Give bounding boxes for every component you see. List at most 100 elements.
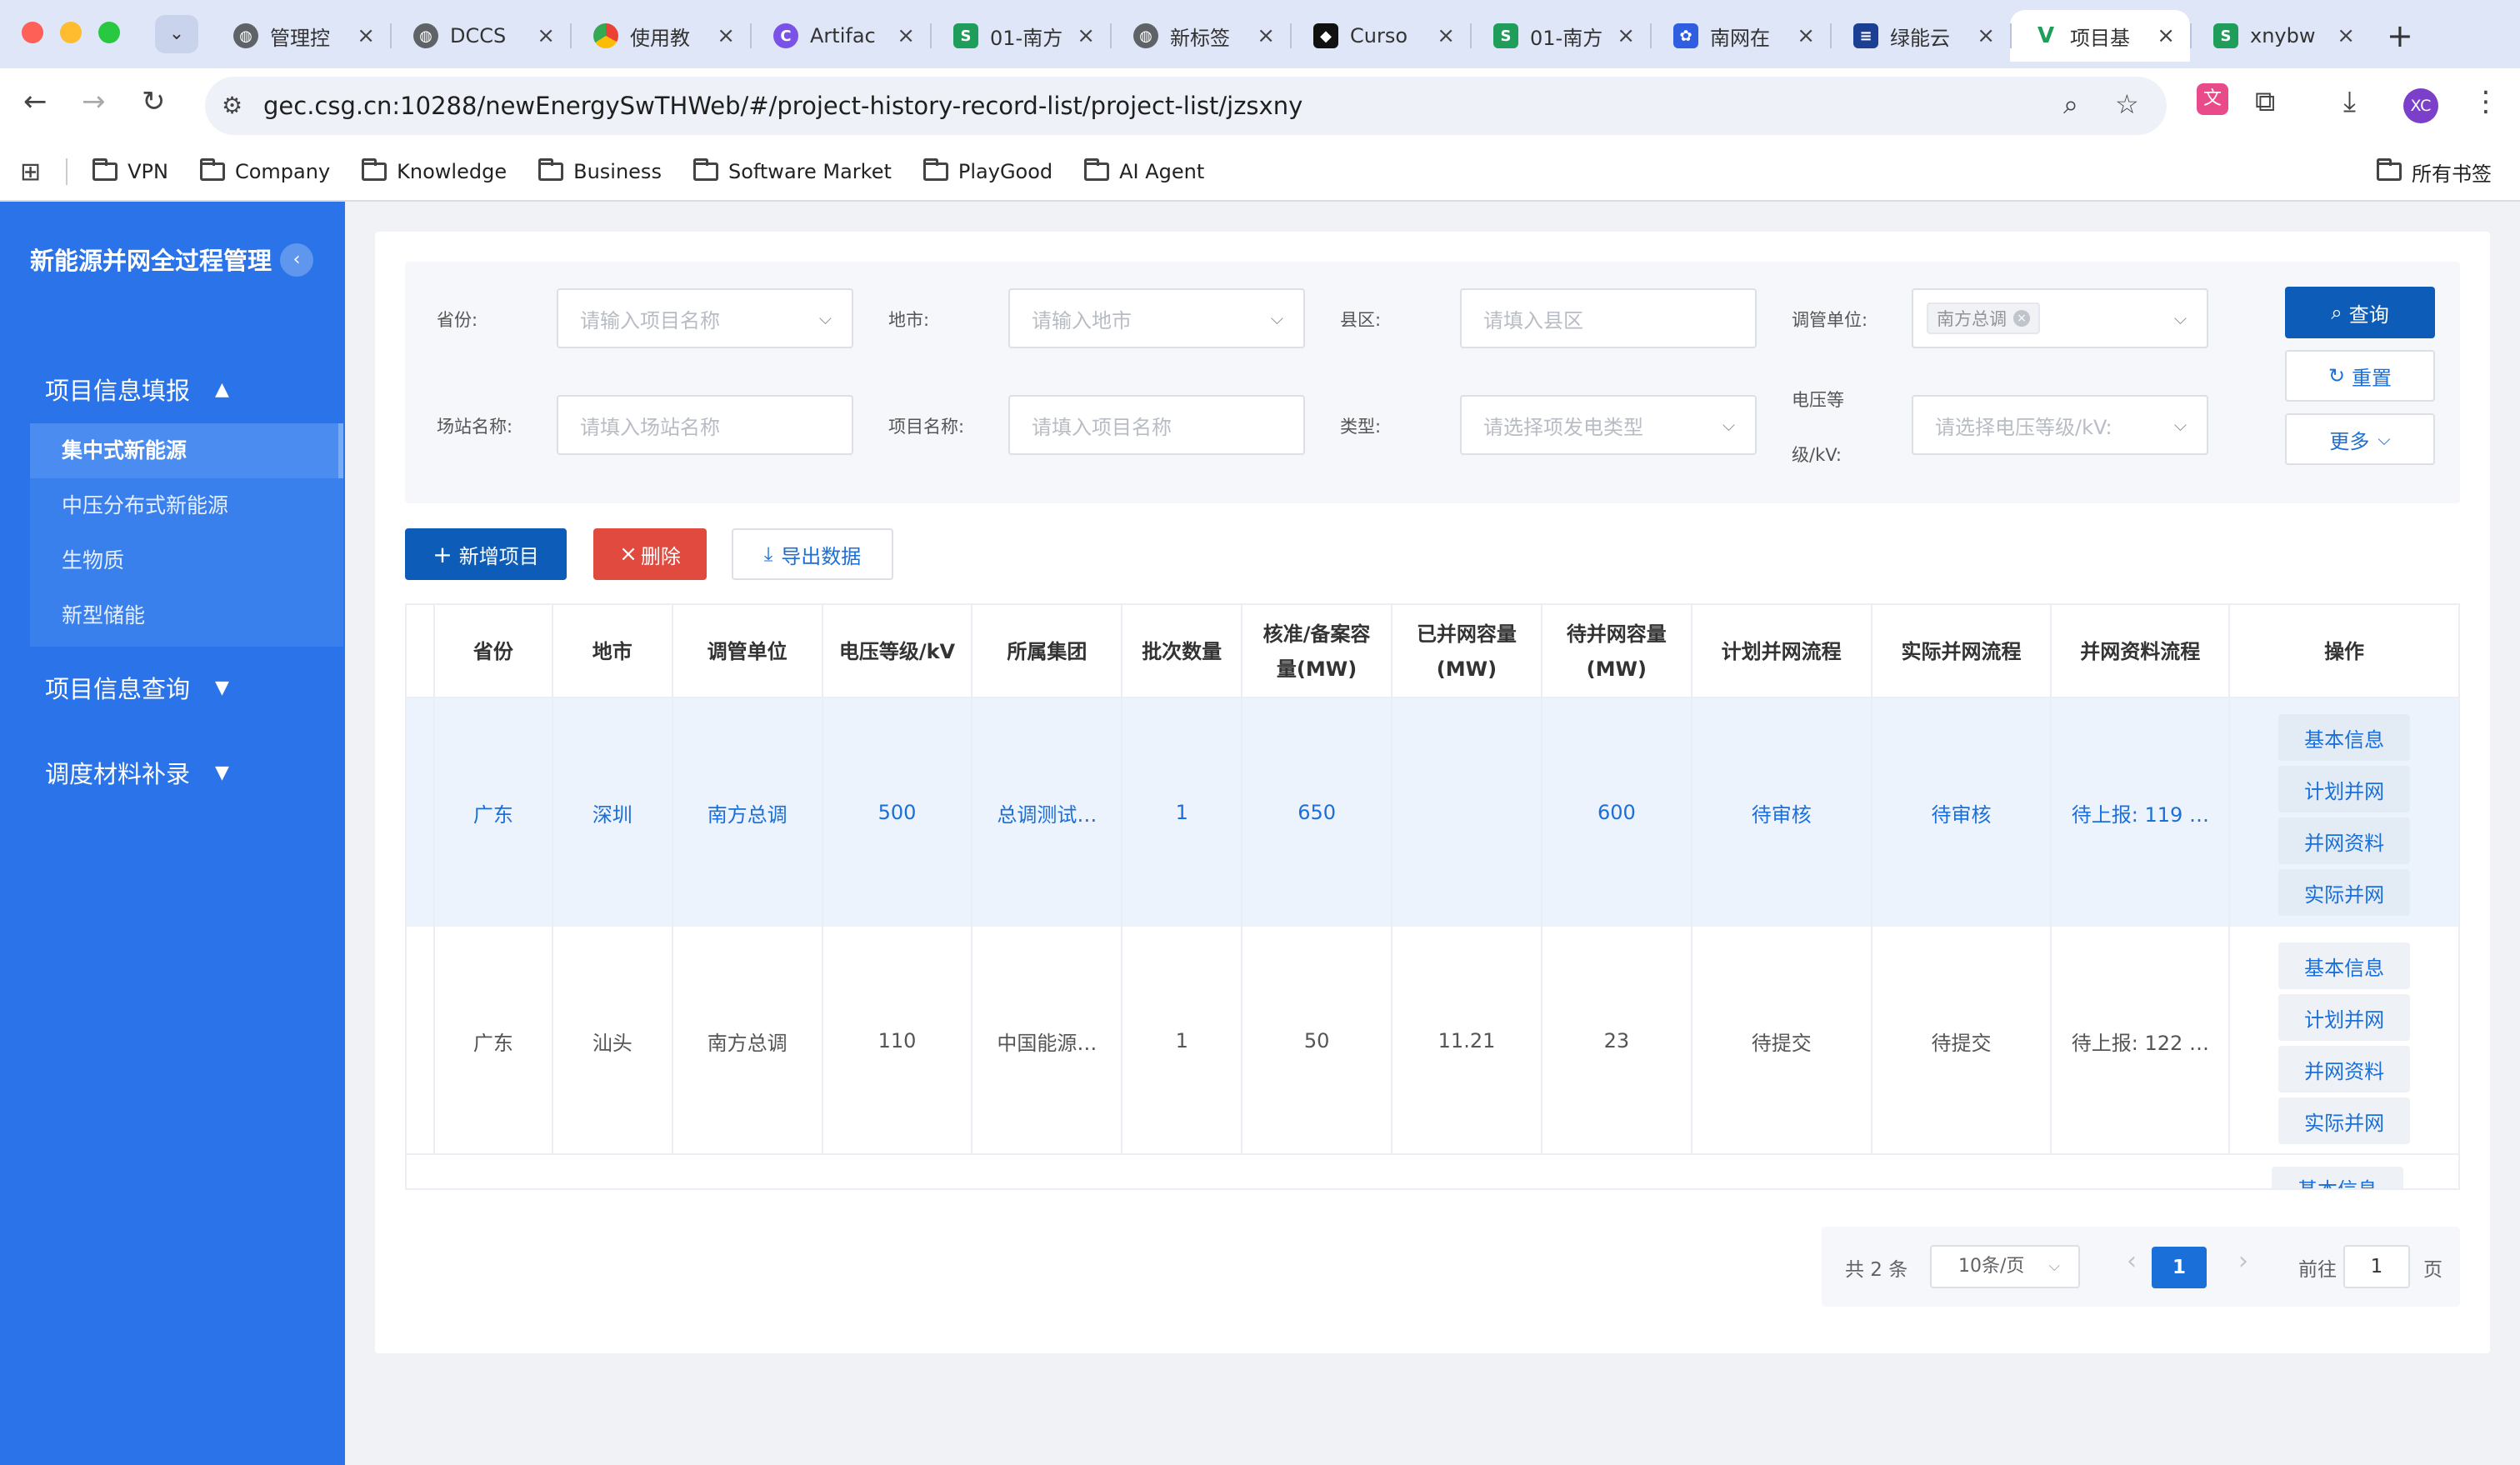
menu-group-fill[interactable]: 项目信息填报 ▲ — [45, 372, 229, 407]
browser-tab[interactable]: ≡ 绿能云 × — [1830, 10, 2010, 62]
all-bookmarks[interactable]: 所有书签 — [2377, 158, 2492, 187]
back-arrow-icon[interactable]: ← — [23, 85, 48, 118]
collapse-sidebar-button[interactable]: ‹ — [280, 243, 313, 277]
reset-button[interactable]: ↻ 重置 — [2285, 350, 2435, 402]
bookmark-knowledge[interactable]: Knowledge — [362, 158, 507, 183]
close-icon[interactable]: × — [1257, 23, 1275, 48]
bookmark-playgood[interactable]: PlayGood — [922, 158, 1052, 183]
export-button[interactable]: ⤓ 导出数据 — [732, 528, 893, 580]
zoom-icon[interactable]: ⌕ — [2063, 88, 2078, 121]
plan-connect-button[interactable]: 计划并网 — [2278, 994, 2411, 1041]
close-icon[interactable]: × — [2157, 23, 2175, 48]
province-select[interactable]: 请输入项目名称 ⌵ — [557, 288, 853, 348]
menu-item-centralized[interactable]: 集中式新能源 — [30, 423, 343, 478]
project-input[interactable]: 请填入项目名称 — [1008, 395, 1305, 455]
browser-tab[interactable]: 使用教 × — [570, 10, 750, 62]
browser-tab[interactable]: ✿ 南网在 × — [1650, 10, 1830, 62]
basic-info-button-partial[interactable]: 基本信息 — [2272, 1167, 2403, 1188]
connect-materials-button[interactable]: 并网资料 — [2278, 1046, 2411, 1092]
close-icon[interactable]: × — [1077, 23, 1095, 48]
delete-button[interactable]: × 删除 — [593, 528, 707, 580]
city-select[interactable]: 请输入地市 ⌵ — [1008, 288, 1305, 348]
new-tab-button[interactable]: + — [2387, 10, 2413, 65]
close-icon[interactable]: × — [357, 23, 375, 48]
column-header: 待并网容量(MW) — [1542, 605, 1692, 698]
close-icon[interactable]: × — [1617, 23, 1635, 48]
table-row[interactable]: 广东 汕头 南方总调 110 中国能源… 1 50 11.21 23 待提交 待… — [407, 927, 2458, 1155]
profile-avatar[interactable]: XC — [2403, 88, 2438, 123]
project-table: 省份 地市 调管单位 电压等级/kV 所属集团 批次数量 核准/备案容量(MW)… — [405, 603, 2460, 1190]
table-row[interactable]: 广东 深圳 南方总调 500 总调测试… 1 650 600 待审核 待审核 待… — [407, 698, 2458, 927]
extensions-puzzle-icon[interactable]: ⧉ — [2255, 85, 2275, 118]
close-icon[interactable]: × — [1977, 23, 1995, 48]
apps-grid-icon[interactable]: ⊞ — [20, 158, 41, 187]
globe-icon: ◍ — [233, 23, 258, 48]
close-icon[interactable]: × — [2337, 23, 2355, 48]
browser-tab[interactable]: ◍ 新标签 × — [1110, 10, 1290, 62]
site-info-icon[interactable]: ⚙ — [222, 92, 242, 119]
county-input[interactable]: 请填入县区 — [1460, 288, 1757, 348]
connect-materials-button[interactable]: 并网资料 — [2278, 818, 2411, 864]
station-input[interactable]: 请填入场站名称 — [557, 395, 853, 455]
menu-item-storage[interactable]: 新型储能 — [30, 588, 343, 643]
basic-info-button[interactable]: 基本信息 — [2278, 942, 2411, 989]
query-button[interactable]: ⌕ 查询 — [2285, 287, 2435, 338]
page-number-active[interactable]: 1 — [2152, 1247, 2207, 1288]
bookmark-company[interactable]: Company — [199, 158, 330, 183]
reload-icon[interactable]: ↻ — [142, 85, 166, 118]
cell-unit: 南方总调 — [672, 698, 823, 927]
column-header: 已并网容量(MW) — [1392, 605, 1542, 698]
goto-page-input[interactable]: 1 — [2343, 1245, 2410, 1288]
menu-dots-icon[interactable]: ⋮ — [2472, 85, 2500, 118]
unit-select[interactable]: 南方总调 × ⌵ — [1912, 288, 2208, 348]
tab-search-button[interactable]: ⌄ — [155, 15, 198, 53]
browser-tab-active[interactable]: V 项目基 × — [2010, 10, 2190, 62]
tag-close-icon[interactable]: × — [2013, 310, 2030, 327]
close-icon[interactable]: × — [1797, 23, 1815, 48]
browser-tab[interactable]: C Artifac × — [750, 10, 930, 62]
browser-tab[interactable]: ◍ 管理控 × — [210, 10, 390, 62]
close-icon[interactable]: × — [1437, 23, 1455, 48]
close-icon[interactable]: × — [897, 23, 915, 48]
browser-tab[interactable]: S 01-南方 × — [1470, 10, 1650, 62]
basic-info-button[interactable]: 基本信息 — [2278, 714, 2411, 761]
close-icon[interactable]: × — [537, 23, 555, 48]
menu-item-biomass[interactable]: 生物质 — [30, 533, 343, 588]
next-page-button[interactable]: › — [2238, 1247, 2248, 1276]
maximize-window-button[interactable] — [98, 22, 120, 43]
folder-icon — [362, 158, 388, 181]
voltage-select[interactable]: 请选择电压等级/kV: ⌵ — [1912, 395, 2208, 455]
bookmark-business[interactable]: Business — [538, 158, 662, 183]
browser-tab[interactable]: S 01-南方 × — [930, 10, 1110, 62]
cell-province: 广东 — [435, 927, 553, 1155]
translate-extension-icon[interactable]: 文 — [2197, 83, 2228, 115]
close-window-button[interactable] — [22, 22, 43, 43]
url-text: gec.csg.cn:10288/newEnergySwTHWeb/#/proj… — [263, 92, 1303, 120]
menu-group-query[interactable]: 项目信息查询 ▼ — [45, 670, 229, 705]
menu-item-distributed[interactable]: 中压分布式新能源 — [30, 478, 343, 533]
plan-connect-button[interactable]: 计划并网 — [2278, 766, 2411, 812]
actual-connect-button[interactable]: 实际并网 — [2278, 1098, 2411, 1144]
page-size-select[interactable]: 10条/页 ⌵ — [1930, 1245, 2080, 1288]
browser-tab[interactable]: ◆ Curso × — [1290, 10, 1470, 62]
close-icon[interactable]: × — [717, 23, 735, 48]
menu-group-materials[interactable]: 调度材料补录 ▼ — [45, 755, 229, 790]
actual-connect-button[interactable]: 实际并网 — [2278, 869, 2411, 916]
bookmark-ai-agent[interactable]: AI Agent — [1084, 158, 1204, 183]
star-icon[interactable]: ☆ — [2115, 88, 2139, 120]
chevron-down-icon: ⌵ — [2048, 1258, 2060, 1275]
prev-page-button[interactable]: ‹ — [2127, 1247, 2137, 1276]
bookmark-vpn[interactable]: VPN — [92, 158, 168, 183]
selected-tag: 南方总调 × — [1927, 302, 2040, 334]
download-icon[interactable]: ⤓ — [2343, 85, 2356, 118]
address-bar[interactable]: ⚙ gec.csg.cn:10288/newEnergySwTHWeb/#/pr… — [205, 77, 2167, 135]
forward-arrow-icon[interactable]: → — [82, 85, 106, 118]
minimize-window-button[interactable] — [60, 22, 82, 43]
more-button[interactable]: 更多 ⌵ — [2285, 413, 2435, 465]
type-select[interactable]: 请选择项发电类型 ⌵ — [1460, 395, 1757, 455]
bookmark-software-market[interactable]: Software Market — [692, 158, 892, 183]
browser-tab[interactable]: ◍ DCCS × — [390, 10, 570, 62]
add-project-button[interactable]: + 新增项目 — [405, 528, 567, 580]
browser-tab[interactable]: Sxnybw × — [2190, 10, 2370, 62]
folder-icon — [1084, 158, 1110, 181]
